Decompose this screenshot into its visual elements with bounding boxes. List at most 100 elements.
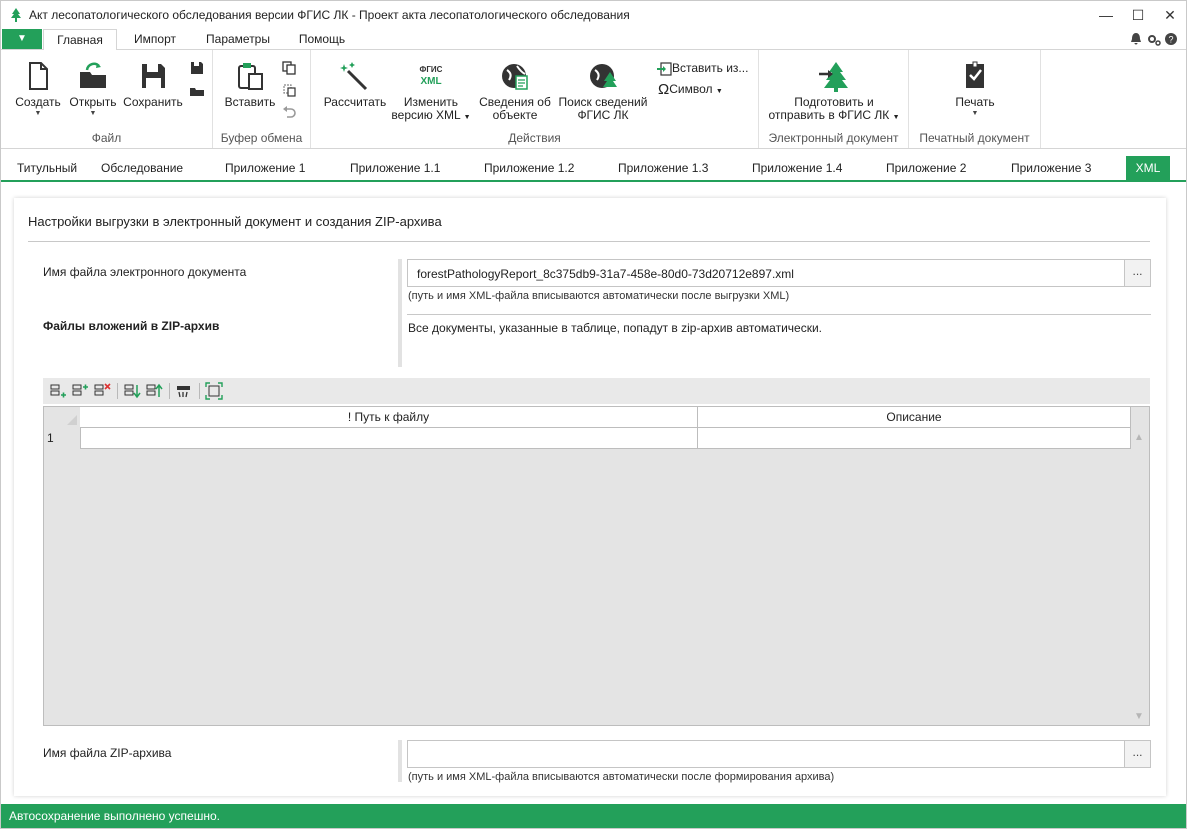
fit-columns-icon[interactable] [205, 382, 223, 400]
search-fgis-label-line1: Поиск сведений [558, 95, 648, 109]
symbol-label: Символ [669, 82, 713, 96]
tab-appendix-2[interactable]: Приложение 2 [886, 156, 966, 180]
title-divider [28, 241, 1150, 242]
fgis-xml-icon-top: ФГИС [419, 65, 443, 74]
menu-tab-parameters[interactable]: Параметры [197, 29, 279, 50]
search-fgis-label-line2: ФГИС ЛК [577, 108, 629, 122]
ribbon-group-actions: Рассчитать ФГИС XML Изменить версию XML … [311, 50, 759, 148]
column-header-description[interactable]: Описание [698, 407, 1131, 428]
create-button[interactable]: Создать ▼ [11, 60, 65, 118]
fgis-xml-icon-bottom: XML [420, 76, 442, 87]
row-number: 1 [47, 431, 54, 445]
table-corner [44, 407, 80, 428]
app-tree-icon [11, 8, 21, 22]
zip-filename-label: Имя файла ZIP-архива [43, 746, 172, 760]
tab-appendix-1-4[interactable]: Приложение 1.4 [752, 156, 842, 180]
edoc-filename-value: forestPathologyReport_8c375db9-31a7-458e… [417, 267, 794, 281]
print-dropdown-icon: ▼ [971, 110, 979, 117]
edoc-filename-label: Имя файла электронного документа [43, 265, 247, 279]
tab-title-page[interactable]: Титульный [17, 156, 77, 180]
minimize-button[interactable]: — [1094, 5, 1118, 25]
open-recent-icon[interactable] [189, 82, 205, 98]
attachments-table: ! Путь к файлу Описание 1 ▲ ▼ [43, 406, 1150, 726]
symbol-dropdown-icon: ▼ [715, 88, 723, 95]
menu-tab-help[interactable]: Помощь [288, 29, 356, 50]
globe-document-icon [502, 64, 528, 90]
symbol-button[interactable]: ΩСимвол ▼ [658, 81, 723, 100]
title-bar: Акт лесопатологического обследования вер… [1, 1, 1186, 29]
zip-filename-hint: (путь и имя XML-файла вписываются автома… [408, 771, 835, 783]
page-title: Настройки выгрузки в электронный докумен… [28, 214, 442, 229]
zip-filename-field[interactable]: ... [407, 740, 1151, 768]
change-xml-dropdown-icon: ▼ [463, 114, 471, 121]
toolbar-separator [117, 383, 118, 399]
corner-triangle-icon [67, 415, 77, 425]
help-icon[interactable]: ? [1164, 32, 1178, 46]
clipboard-group-label: Буфер обмена [220, 131, 303, 145]
clear-table-icon[interactable] [175, 382, 193, 400]
edoc-filename-field[interactable]: forestPathologyReport_8c375db9-31a7-458e… [407, 259, 1151, 287]
ribbon-group-file: Создать ▼ Открыть ▼ Сохранить Файл [1, 50, 213, 148]
insert-from-button[interactable]: Вставить из... [656, 60, 748, 76]
scroll-up-icon[interactable]: ▲ [1134, 432, 1144, 443]
calculate-button[interactable]: Рассчитать [321, 60, 389, 109]
insert-from-icon [657, 62, 672, 76]
save-button[interactable]: Сохранить [121, 60, 185, 109]
attachments-label: Файлы вложений в ZIP-архив [43, 319, 220, 333]
tab-appendix-1-1[interactable]: Приложение 1.1 [350, 156, 440, 180]
bell-icon[interactable] [1129, 32, 1143, 46]
column-header-path[interactable]: ! Путь к файлу [80, 407, 698, 428]
object-info-button[interactable]: Сведения об объекте [475, 60, 555, 122]
print-label: Печать [955, 95, 995, 109]
move-down-icon[interactable] [123, 382, 141, 400]
maximize-button[interactable]: ☐ [1126, 5, 1150, 25]
label-divider-bar [398, 740, 402, 782]
toolbar-separator [199, 383, 200, 399]
menu-tab-import[interactable]: Импорт [122, 29, 188, 50]
print-button[interactable]: Печать ▼ [945, 60, 1005, 118]
undo-icon[interactable] [281, 104, 297, 120]
tab-xml[interactable]: XML [1126, 156, 1170, 180]
send-tree-icon [819, 62, 848, 92]
fgis-xml-icon: ФГИС XML [415, 60, 447, 92]
close-button[interactable]: ✕ [1158, 5, 1182, 25]
settings-icon[interactable] [1147, 32, 1161, 46]
ribbon-group-print: Печать ▼ Печатный документ [909, 50, 1041, 148]
open-button[interactable]: Открыть ▼ [65, 60, 121, 118]
tab-appendix-1-2[interactable]: Приложение 1.2 [484, 156, 574, 180]
cell-path[interactable] [80, 428, 698, 449]
prepare-send-button[interactable]: Подготовить и отправить в ФГИС ЛК ▼ [764, 60, 904, 124]
save-as-icon[interactable] [189, 60, 205, 76]
tab-appendix-1-3[interactable]: Приложение 1.3 [618, 156, 708, 180]
create-dropdown-icon: ▼ [34, 110, 42, 117]
scroll-down-icon[interactable]: ▼ [1134, 711, 1144, 722]
tab-appendix-3[interactable]: Приложение 3 [1011, 156, 1091, 180]
delete-row-icon[interactable] [93, 382, 111, 400]
change-xml-label-line1: Изменить [403, 95, 459, 109]
insert-row-icon[interactable] [71, 382, 89, 400]
cut-icon[interactable] [281, 82, 297, 98]
move-up-icon[interactable] [145, 382, 163, 400]
add-row-icon[interactable] [49, 382, 67, 400]
menubar-right-icons: ? [1129, 31, 1178, 46]
search-fgis-button[interactable]: Поиск сведений ФГИС ЛК [557, 60, 649, 122]
attachments-divider [407, 314, 1151, 315]
paste-label: Вставить [224, 95, 276, 109]
table-scrollbar[interactable]: ▲ ▼ [1131, 428, 1149, 725]
calculate-label: Рассчитать [323, 95, 387, 109]
open-dropdown-icon: ▼ [89, 110, 97, 117]
menu-tab-home[interactable]: Главная [43, 29, 117, 50]
floppy-disk-icon [142, 64, 165, 88]
zip-browse-button[interactable]: ... [1124, 741, 1150, 767]
paste-button[interactable]: Вставить [221, 60, 279, 109]
cell-description[interactable] [698, 428, 1131, 449]
copy-icon[interactable] [281, 60, 297, 76]
tab-appendix-1[interactable]: Приложение 1 [225, 156, 305, 180]
edoc-browse-button[interactable]: ... [1124, 260, 1150, 286]
attachments-info: Все документы, указанные в таблице, попа… [408, 321, 822, 335]
ribbon-group-edoc: Подготовить и отправить в ФГИС ЛК ▼ Элек… [759, 50, 909, 148]
change-xml-version-button[interactable]: ФГИС XML Изменить версию XML ▼ [391, 60, 471, 124]
tab-survey[interactable]: Обследование [101, 156, 183, 180]
file-menu-button[interactable]: ▼ [2, 29, 42, 49]
prepare-send-label-line1: Подготовить и [794, 95, 874, 109]
